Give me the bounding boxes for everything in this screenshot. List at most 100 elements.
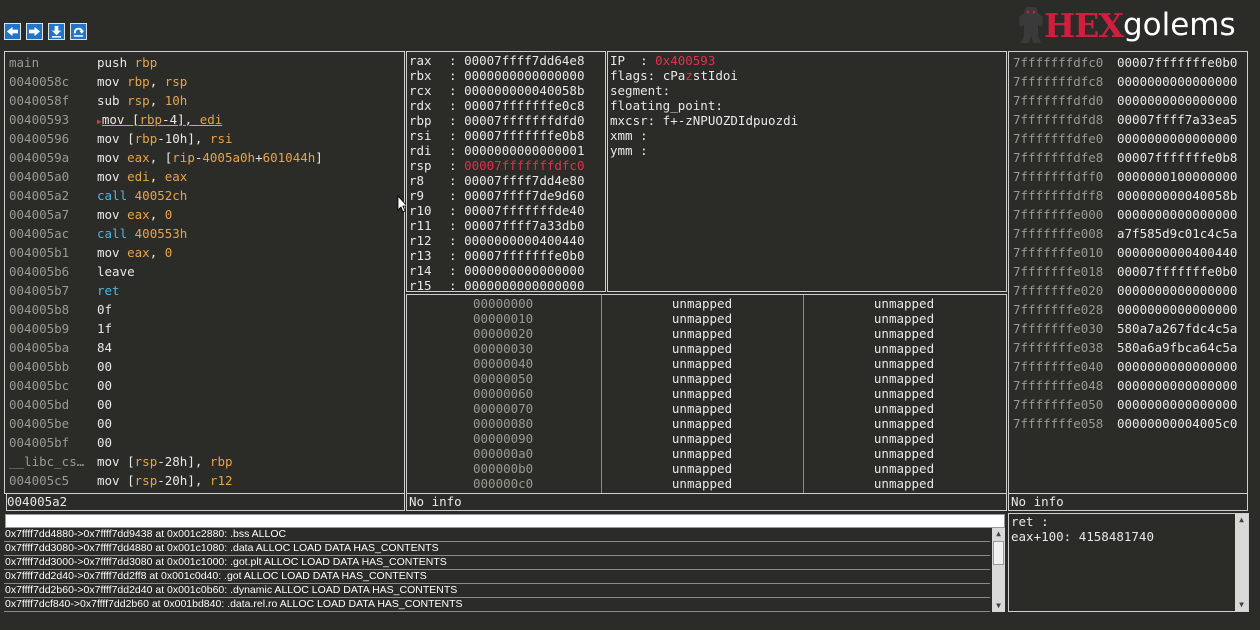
scroll-up-icon[interactable]: ▲ — [1235, 514, 1248, 526]
disasm-line[interactable]: 004005c5 mov [rsp-20h], r12 — [9, 471, 404, 490]
memory-row[interactable]: 00000090 unmapped unmapped — [407, 431, 1006, 446]
disasm-line[interactable]: 0040059a mov eax, [rip-4005a0h+601044h] — [9, 148, 404, 167]
disasm-instruction: mov eax, 0 — [97, 245, 172, 260]
memory-row[interactable]: 00000050 unmapped unmapped — [407, 371, 1006, 386]
scroll-thumb[interactable] — [993, 541, 1004, 565]
stack-row[interactable]: 7fffffffdfe0 0000000000000000 — [1013, 129, 1247, 148]
sections-scrollbar[interactable]: ▲ ▼ — [992, 528, 1005, 612]
stack-row[interactable]: 7fffffffdfc8 0000000000000000 — [1013, 72, 1247, 91]
stack-row[interactable]: 7fffffffdff0 0000000100000000 — [1013, 167, 1247, 186]
stack-row[interactable]: 7fffffffe030 580a7a267fdc4c5a — [1013, 319, 1247, 338]
disasm-line[interactable]: 004005b7 ret — [9, 281, 404, 300]
stack-row[interactable]: 7fffffffe020 0000000000000000 — [1013, 281, 1247, 300]
step-forward-button[interactable] — [26, 23, 43, 40]
memory-row[interactable]: 00000080 unmapped unmapped — [407, 416, 1006, 431]
register-separator: : — [449, 173, 465, 188]
memory-row[interactable]: 000000a0 unmapped unmapped — [407, 446, 1006, 461]
stack-row[interactable]: 7fffffffe058 00000000004005c0 — [1013, 414, 1247, 433]
step-into-button[interactable] — [48, 23, 65, 40]
register-r15[interactable]: r15: 0000000000000000 — [409, 278, 605, 291]
disasm-line[interactable]: 004005bc 00 — [9, 376, 404, 395]
disasm-instruction: mov [rsp-28h], rbp — [97, 454, 233, 469]
register-r9[interactable]: r9: 00007ffff7de9d60 — [409, 188, 605, 203]
stack-row[interactable]: 7fffffffe000 0000000000000000 — [1013, 205, 1247, 224]
scroll-down-icon[interactable]: ▼ — [992, 600, 1005, 612]
section-line[interactable]: 0x7ffff7dd2d40->0x7ffff7dd2ff8 at 0x001c… — [4, 570, 990, 584]
stack-row[interactable]: 7fffffffe010 0000000000400440 — [1013, 243, 1247, 262]
section-line[interactable]: 0x7ffff7dd2b60->0x7ffff7dd2d40 at 0x001c… — [4, 584, 990, 598]
memory-row[interactable]: 000000b0 unmapped unmapped — [407, 461, 1006, 476]
disasm-line[interactable]: main push rbp — [9, 53, 404, 72]
disasm-line[interactable]: 004005a2 call 40052ch — [9, 186, 404, 205]
command-input[interactable] — [5, 514, 1005, 528]
disasm-line[interactable]: 0040058f sub rsp, 10h — [9, 91, 404, 110]
stack-row[interactable]: 7fffffffe008 a7f585d9c01c4c5a — [1013, 224, 1247, 243]
ip-value[interactable]: 0x400593 — [655, 53, 715, 68]
memory-row[interactable]: 00000020 unmapped unmapped — [407, 326, 1006, 341]
watch-line: ret : — [1011, 514, 1049, 529]
register-rdx[interactable]: rdx: 00007fffffffe0c8 — [409, 98, 605, 113]
register-rbp[interactable]: rbp: 00007fffffffdfd0 — [409, 113, 605, 128]
disasm-line[interactable]: 00400593 ▶mov [rbp-4], edi — [9, 110, 404, 129]
disasm-line[interactable]: 004005be 00 — [9, 414, 404, 433]
disasm-line[interactable]: 004005b8 0f — [9, 300, 404, 319]
disasm-instruction: sub rsp, 10h — [97, 93, 187, 108]
memory-row[interactable]: 00000070 unmapped unmapped — [407, 401, 1006, 416]
disasm-line[interactable]: 00400596 mov [rbp-10h], rsi — [9, 129, 404, 148]
disasm-line[interactable]: 004005bd 00 — [9, 395, 404, 414]
disasm-line[interactable]: 004005a7 mov eax, 0 — [9, 205, 404, 224]
disasm-address: 004005c5 — [9, 473, 70, 488]
memory-row[interactable]: 00000000 unmapped unmapped — [407, 296, 1006, 311]
register-rbx[interactable]: rbx: 0000000000000000 — [409, 68, 605, 83]
disasm-line[interactable]: 004005b6 leave — [9, 262, 404, 281]
scroll-down-icon[interactable]: ▼ — [1235, 599, 1248, 611]
disasm-line[interactable]: 004005bf 00 — [9, 433, 404, 452]
stack-row[interactable]: 7fffffffdfd0 0000000000000000 — [1013, 91, 1247, 110]
section-line[interactable]: 0x7ffff7dd3000->0x7ffff7dd3080 at 0x001c… — [4, 556, 990, 570]
stack-row[interactable]: 7fffffffdfe8 00007fffffffe0b8 — [1013, 148, 1247, 167]
register-r11[interactable]: r11: 00007ffff7a33db0 — [409, 218, 605, 233]
disasm-line[interactable]: 004005a0 mov edi, eax — [9, 167, 404, 186]
stack-row[interactable]: 7fffffffdfc0 00007fffffffe0b0 — [1013, 53, 1247, 72]
disasm-line[interactable]: 004005ba 84 — [9, 338, 404, 357]
scroll-up-icon[interactable]: ▲ — [992, 528, 1005, 540]
register-separator: : — [449, 233, 465, 248]
disasm-line[interactable]: 0040058c mov rbp, rsp — [9, 72, 404, 91]
stack-row[interactable]: 7fffffffe028 0000000000000000 — [1013, 300, 1247, 319]
watch-scrollbar[interactable]: ▲ ▼ — [1235, 514, 1248, 611]
memory-row[interactable]: 00000060 unmapped unmapped — [407, 386, 1006, 401]
stack-row[interactable]: 7fffffffdfd8 00007ffff7a33ea5 — [1013, 110, 1247, 129]
disasm-line[interactable]: 004005b9 1f — [9, 319, 404, 338]
register-r13[interactable]: r13: 00007fffffffe0b0 — [409, 248, 605, 263]
memory-row[interactable]: 000000c0 unmapped unmapped — [407, 476, 1006, 491]
register-r12[interactable]: r12: 0000000000400440 — [409, 233, 605, 248]
disasm-line[interactable]: __libc_cs… mov [rsp-28h], rbp — [9, 452, 404, 471]
register-r8[interactable]: r8: 00007ffff7dd4e80 — [409, 173, 605, 188]
register-rdi[interactable]: rdi: 0000000000000001 — [409, 143, 605, 158]
section-line[interactable]: 0x7ffff7dd4880->0x7ffff7dd9438 at 0x001c… — [4, 528, 990, 542]
register-rax[interactable]: rax: 00007ffff7dd64e8 — [409, 53, 605, 68]
disasm-line[interactable]: 004005b1 mov eax, 0 — [9, 243, 404, 262]
register-r10[interactable]: r10: 00007fffffffde40 — [409, 203, 605, 218]
register-rcx[interactable]: rcx: 000000000040058b — [409, 83, 605, 98]
register-r14[interactable]: r14: 0000000000000000 — [409, 263, 605, 278]
stack-row[interactable]: 7fffffffe040 0000000000000000 — [1013, 357, 1247, 376]
stack-row[interactable]: 7fffffffe018 00007fffffffe0b0 — [1013, 262, 1247, 281]
disasm-line[interactable]: 004005ac call 400553h — [9, 224, 404, 243]
memory-row[interactable]: 00000010 unmapped unmapped — [407, 311, 1006, 326]
stack-row[interactable]: 7fffffffe048 0000000000000000 — [1013, 376, 1247, 395]
disasm-token: mov — [97, 473, 128, 488]
step-back-button[interactable] — [4, 23, 21, 40]
disasm-line[interactable]: 004005bb 00 — [9, 357, 404, 376]
register-rsp[interactable]: rsp: 00007fffffffdfc0 — [409, 158, 605, 173]
section-line[interactable]: 0x7ffff7dcf840->0x7ffff7dd2b60 at 0x001b… — [4, 598, 990, 612]
stack-row[interactable]: 7fffffffdff8 000000000040058b — [1013, 186, 1247, 205]
memory-row[interactable]: 00000040 unmapped unmapped — [407, 356, 1006, 371]
memory-row[interactable]: 00000030 unmapped unmapped — [407, 341, 1006, 356]
section-line[interactable]: 0x7ffff7dd3080->0x7ffff7dd4880 at 0x001c… — [4, 542, 990, 556]
stack-row[interactable]: 7fffffffe038 580a6a9fbca64c5a — [1013, 338, 1247, 357]
stack-row[interactable]: 7fffffffe050 0000000000000000 — [1013, 395, 1247, 414]
step-over-button[interactable] — [70, 23, 87, 40]
memory-hex-cell: unmapped — [671, 341, 733, 356]
register-rsi[interactable]: rsi: 00007fffffffe0b8 — [409, 128, 605, 143]
